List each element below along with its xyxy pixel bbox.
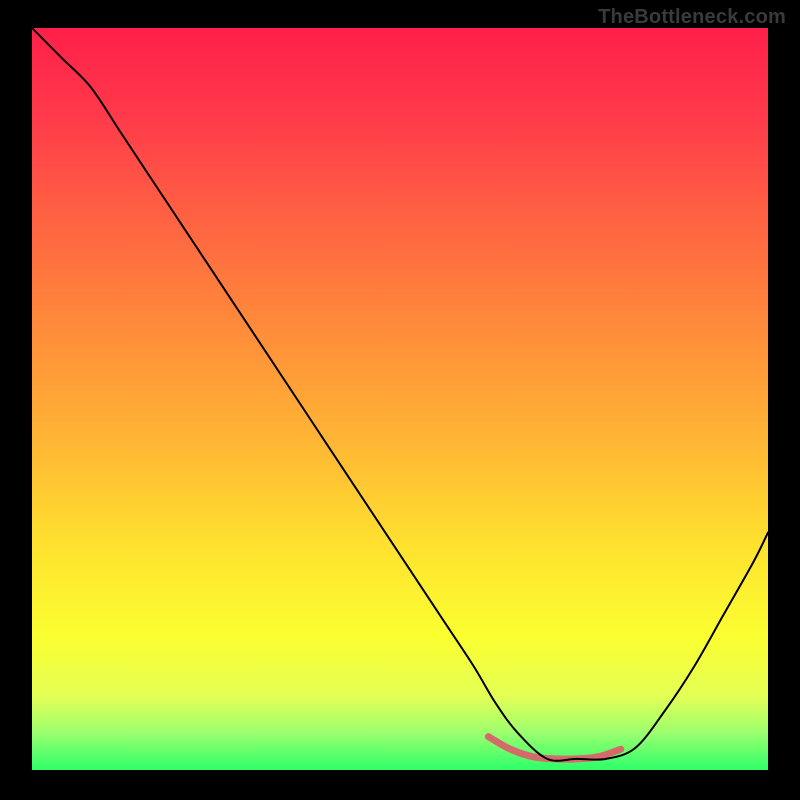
watermark: TheBottleneck.com: [598, 6, 786, 29]
chart-background-gradient: [32, 28, 768, 770]
chart-plot-area: [32, 28, 768, 770]
